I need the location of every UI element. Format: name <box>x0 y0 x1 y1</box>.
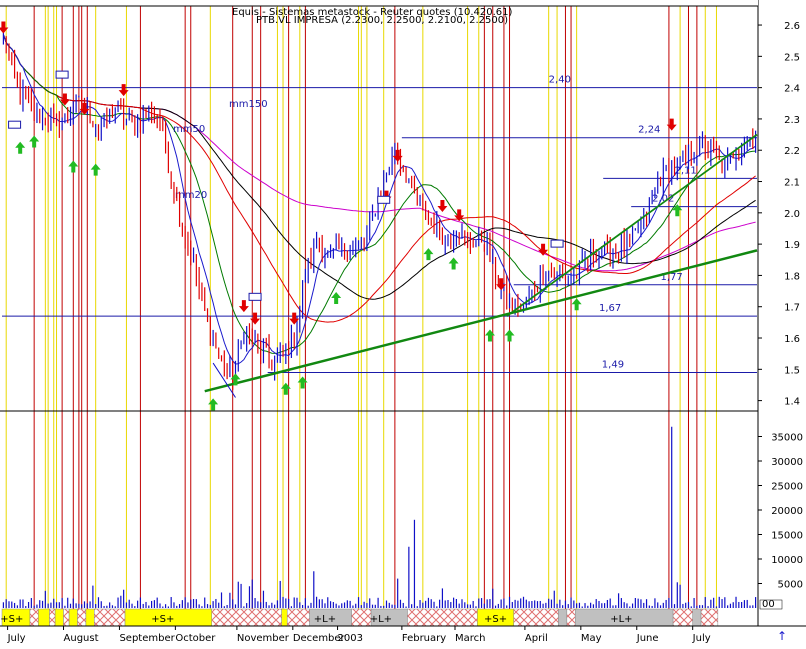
month-label: July <box>692 633 711 644</box>
signal-segment <box>672 608 693 627</box>
y-tick-label: 2.2 <box>784 146 800 157</box>
scroll-up-icon[interactable]: ↑ <box>777 629 787 643</box>
volume-tick-label: 30000 <box>771 457 803 468</box>
header-line-2: PTB.VL IMPRESA (2.2300, 2.2500, 2.2100, … <box>256 15 508 26</box>
y-tick-label: 2.0 <box>784 209 800 220</box>
signal-segment <box>68 608 78 627</box>
y-tick-label: 2.3 <box>784 115 800 126</box>
signal-segment <box>513 608 559 627</box>
signal-segment <box>281 608 288 627</box>
signal-segment <box>29 608 39 627</box>
level-label: 1,49 <box>602 359 624 370</box>
signal-segment <box>38 608 50 627</box>
signal-label: +S+ <box>484 614 507 625</box>
signal-segment <box>85 608 95 627</box>
marker-box-icon <box>8 120 22 129</box>
volume-tick-label: 25000 <box>771 482 803 493</box>
y-tick-label: 1.7 <box>784 303 800 314</box>
marker-box-icon <box>248 292 262 301</box>
volume-tick-label: 20000 <box>771 506 803 517</box>
y-tick-label: 1.4 <box>784 397 800 408</box>
y-tick-label: 1.8 <box>784 271 800 282</box>
month-label: September <box>119 633 175 644</box>
signal-segment <box>407 608 478 627</box>
ma-label: mm150 <box>229 99 268 110</box>
y-tick-label: 2.5 <box>784 52 800 63</box>
signal-segment <box>49 608 56 627</box>
month-label: November <box>237 633 290 644</box>
signal-label: +L+ <box>610 614 632 625</box>
price-chart: 2,402,242,112,021,771,671,49 mm150mm50mm… <box>0 0 806 645</box>
y-tick-label: 1.5 <box>784 365 800 376</box>
y-tick-label: 2.1 <box>784 178 800 189</box>
level-label: 1,67 <box>599 303 621 314</box>
y-tick-label: 2.6 <box>784 21 800 32</box>
signal-segment <box>211 608 282 627</box>
marker-box-icon <box>377 195 391 204</box>
signal-segment <box>77 608 87 627</box>
signal-segment <box>692 608 702 627</box>
signal-segment <box>700 608 719 627</box>
month-label: August <box>64 633 99 644</box>
month-label: March <box>455 633 485 644</box>
signal-segment <box>63 608 70 627</box>
signal-segment <box>351 608 372 627</box>
top-band <box>0 0 758 6</box>
level-label: 2,24 <box>638 125 660 136</box>
month-label: 2003 <box>338 633 363 644</box>
signal-label: +S+ <box>0 614 23 625</box>
month-label: April <box>525 633 548 644</box>
volume-tick-label: 10000 <box>771 555 803 566</box>
signal-label: +L+ <box>314 614 336 625</box>
volume-tick-label: 35000 <box>771 433 803 444</box>
volume-tick-label: 15000 <box>771 531 803 542</box>
chart-root: 2,40 2,24 2,11 2,02 1,77 1,67 1,49 mm150 mm50 mm… <box>0 0 806 645</box>
y-tick-label: 2.4 <box>784 84 800 95</box>
signal-segment <box>566 608 576 627</box>
signal-segment <box>558 608 568 627</box>
level-label: 2,40 <box>549 75 571 86</box>
month-label: October <box>175 633 216 644</box>
small-box-label: 00 <box>762 599 775 610</box>
volume-tick-label: 5000 <box>778 580 803 591</box>
signal-segment <box>94 608 126 627</box>
signal-label: +L+ <box>370 614 392 625</box>
month-label: February <box>402 633 446 644</box>
signal-segment <box>286 608 310 627</box>
signal-segment <box>54 608 64 627</box>
ma-label: mm50 <box>173 124 205 135</box>
signal-label: +S+ <box>151 614 174 625</box>
marker-box-icon <box>55 70 69 79</box>
month-label: May <box>581 633 602 644</box>
month-label: July <box>7 633 26 644</box>
month-label: June <box>636 633 659 644</box>
y-tick-label: 1.9 <box>784 240 800 251</box>
y-tick-label: 1.6 <box>784 334 800 345</box>
marker-box-icon <box>550 239 564 248</box>
